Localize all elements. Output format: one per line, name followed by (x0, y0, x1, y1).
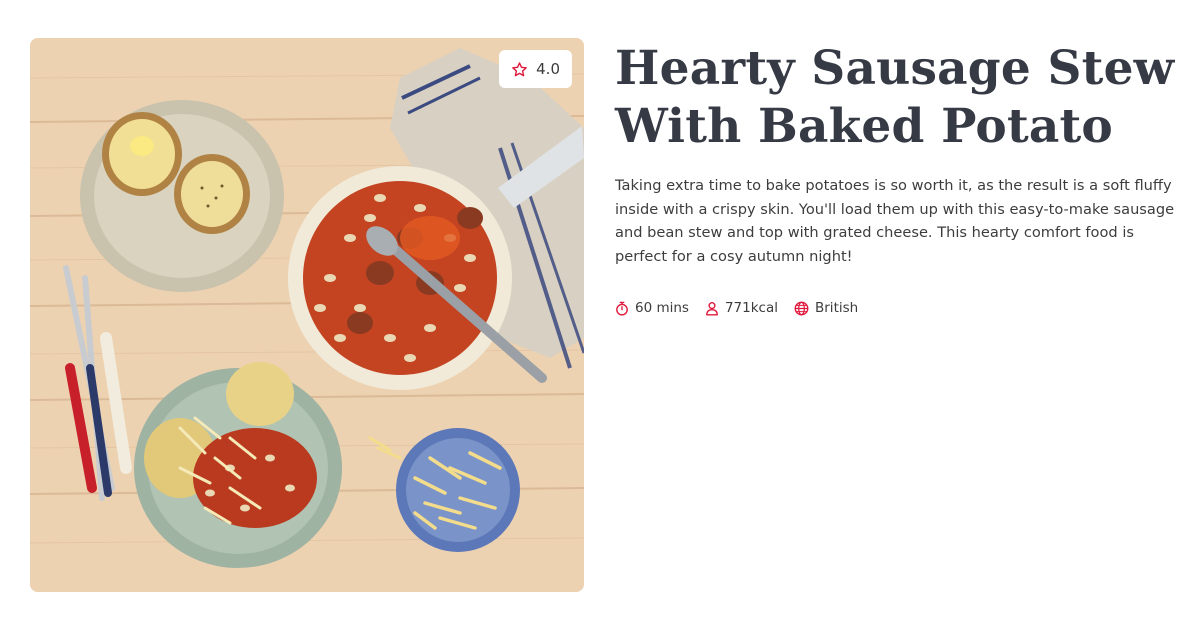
meta-cuisine: British (794, 300, 858, 316)
recipe-card: 4.0 Hearty Sausage Stew With Baked Potat… (0, 0, 1200, 630)
person-icon (705, 301, 719, 316)
recipe-title: Hearty Sausage Stew With Baked Potato (615, 41, 1175, 154)
star-icon (511, 61, 528, 78)
recipe-photo: 4.0 (30, 38, 584, 592)
meta-calories-value: 771kcal (724, 300, 778, 316)
recipe-photo-image (30, 38, 584, 592)
rating-value: 4.0 (536, 60, 560, 78)
meta-time: 60 mins (615, 300, 689, 316)
recipe-description: Taking extra time to bake potatoes is so… (615, 177, 1175, 265)
meta-calories: 771kcal (705, 300, 778, 316)
recipe-details: Hearty Sausage Stew With Baked Potato Ta… (615, 40, 1175, 316)
meta-time-value: 60 mins (635, 300, 689, 316)
meta-cuisine-value: British (815, 300, 859, 316)
globe-icon (794, 301, 809, 316)
recipe-meta: 60 mins 771kcal British (615, 300, 1175, 316)
stopwatch-icon (615, 301, 629, 316)
rating-badge: 4.0 (499, 50, 572, 88)
